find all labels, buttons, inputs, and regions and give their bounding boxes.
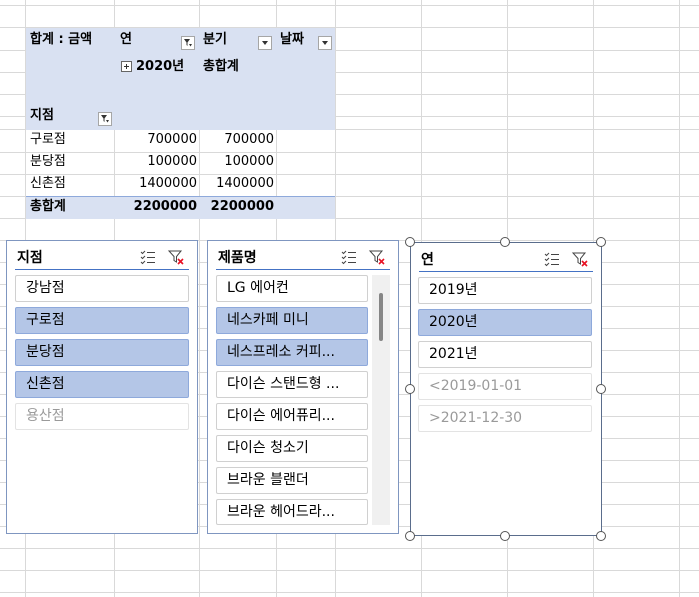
pivot-total-value: 2200000 bbox=[133, 199, 197, 214]
slicer-header: 지점 bbox=[15, 245, 189, 270]
pivot-row-total: 700000 bbox=[224, 132, 274, 147]
pivot-row-value: 1400000 bbox=[139, 176, 197, 191]
resize-handle-bl[interactable] bbox=[405, 531, 415, 541]
slicer-item[interactable]: 분당점 bbox=[15, 339, 189, 366]
slicer-product[interactable]: 제품명 LG 에어컨 네스카페 미니 네스프레소 커피... 다이슨 스탠드형 … bbox=[207, 240, 399, 534]
slicer-item[interactable]: 2021년 bbox=[418, 341, 592, 368]
pivot-row-value: 100000 bbox=[147, 154, 197, 169]
filter-dropdown-icon bbox=[101, 115, 109, 123]
slicer-item[interactable]: 2020년 bbox=[418, 309, 592, 336]
slicer-item[interactable]: 다이슨 에어퓨리... bbox=[216, 403, 368, 430]
slicer-item[interactable]: 용산점 bbox=[15, 403, 189, 430]
grid-row-line bbox=[0, 5, 699, 6]
slicer-item[interactable]: 신촌점 bbox=[15, 371, 189, 398]
pivot-row-label: 구로점 bbox=[30, 132, 66, 147]
scrollbar-thumb[interactable] bbox=[379, 293, 383, 341]
pivot-grand-total-header: 총합계 bbox=[203, 59, 239, 74]
slicer-branch[interactable]: 지점 강남점 구로점 분당점 신촌점 용산점 bbox=[6, 240, 198, 534]
slicer-item[interactable]: 강남점 bbox=[15, 275, 189, 302]
resize-handle-br[interactable] bbox=[596, 531, 606, 541]
slicer-item[interactable]: 다이슨 스탠드형 ... bbox=[216, 371, 368, 398]
slicer-item[interactable]: 네스프레소 커피... bbox=[216, 339, 368, 366]
resize-handle-r[interactable] bbox=[596, 384, 606, 394]
pivot-col-field-year: 연 bbox=[120, 32, 132, 47]
pivot-grand-total-value: 2200000 bbox=[210, 199, 274, 214]
pivot-value-field-label: 합계 : 금액 bbox=[30, 32, 93, 47]
pivot-row-field-label: 지점 bbox=[30, 108, 54, 123]
pivot-row-label: 분당점 bbox=[30, 154, 66, 169]
slicer-item[interactable]: 네스카페 미니 bbox=[216, 307, 368, 334]
pivot-total-label: 총합계 bbox=[30, 199, 66, 214]
row-field-filter-button[interactable] bbox=[98, 112, 112, 126]
slicer-scrollbar[interactable] bbox=[372, 275, 390, 525]
slicer-title: 연 bbox=[421, 252, 434, 268]
expand-plus-icon[interactable] bbox=[121, 61, 132, 72]
chevron-down-icon bbox=[322, 41, 328, 45]
grid-col-line bbox=[679, 0, 680, 597]
slicer-item[interactable]: 구로점 bbox=[15, 307, 189, 334]
clear-filter-icon[interactable] bbox=[167, 248, 185, 266]
slicer-item[interactable]: 다이슨 청소기 bbox=[216, 435, 368, 462]
slicer-year[interactable]: 연 2019년 2020년 2021년 <2019-01-01 >2021-12… bbox=[410, 242, 602, 536]
slicer-item[interactable]: <2019-01-01 bbox=[418, 373, 592, 400]
clear-filter-icon[interactable] bbox=[571, 250, 589, 268]
pivot-year-header: 2020년 bbox=[136, 59, 185, 74]
grid-row-line bbox=[0, 548, 699, 549]
slicer-header: 연 bbox=[419, 247, 593, 272]
grid-row-line bbox=[0, 570, 699, 571]
pivot-row-value: 700000 bbox=[147, 132, 197, 147]
slicer-title: 제품명 bbox=[218, 250, 257, 266]
slicer-title: 지점 bbox=[17, 250, 43, 266]
chevron-down-icon bbox=[262, 41, 268, 45]
grid-row-line bbox=[0, 152, 699, 153]
quarter-filter-button[interactable] bbox=[258, 36, 272, 50]
pivot-col-field-quarter: 분기 bbox=[203, 32, 227, 47]
resize-handle-t[interactable] bbox=[500, 237, 510, 247]
pivot-row-label: 신촌점 bbox=[30, 176, 66, 191]
date-filter-button[interactable] bbox=[318, 36, 332, 50]
slicer-item[interactable]: 브라운 블랜더 bbox=[216, 467, 368, 494]
slicer-item[interactable]: 브라운 헤어드라... bbox=[216, 499, 368, 525]
pivot-row-total: 100000 bbox=[224, 154, 274, 169]
resize-handle-tl[interactable] bbox=[405, 237, 415, 247]
multi-select-icon[interactable] bbox=[543, 250, 561, 268]
pivot-row-total: 1400000 bbox=[216, 176, 274, 191]
grid-row-line bbox=[0, 174, 699, 175]
slicer-header: 제품명 bbox=[216, 245, 390, 270]
multi-select-icon[interactable] bbox=[139, 248, 157, 266]
filter-dropdown-icon bbox=[184, 39, 192, 47]
slicer-item[interactable]: >2021-12-30 bbox=[418, 405, 592, 432]
resize-handle-l[interactable] bbox=[405, 384, 415, 394]
slicer-item[interactable]: 2019년 bbox=[418, 277, 592, 304]
multi-select-icon[interactable] bbox=[340, 248, 358, 266]
slicer-item[interactable]: LG 에어컨 bbox=[216, 275, 368, 302]
year-filter-button[interactable] bbox=[181, 36, 195, 50]
grid-row-line bbox=[0, 592, 699, 593]
clear-filter-icon[interactable] bbox=[368, 248, 386, 266]
resize-handle-b[interactable] bbox=[500, 531, 510, 541]
pivot-col-field-date: 날짜 bbox=[280, 32, 304, 47]
resize-handle-tr[interactable] bbox=[596, 237, 606, 247]
